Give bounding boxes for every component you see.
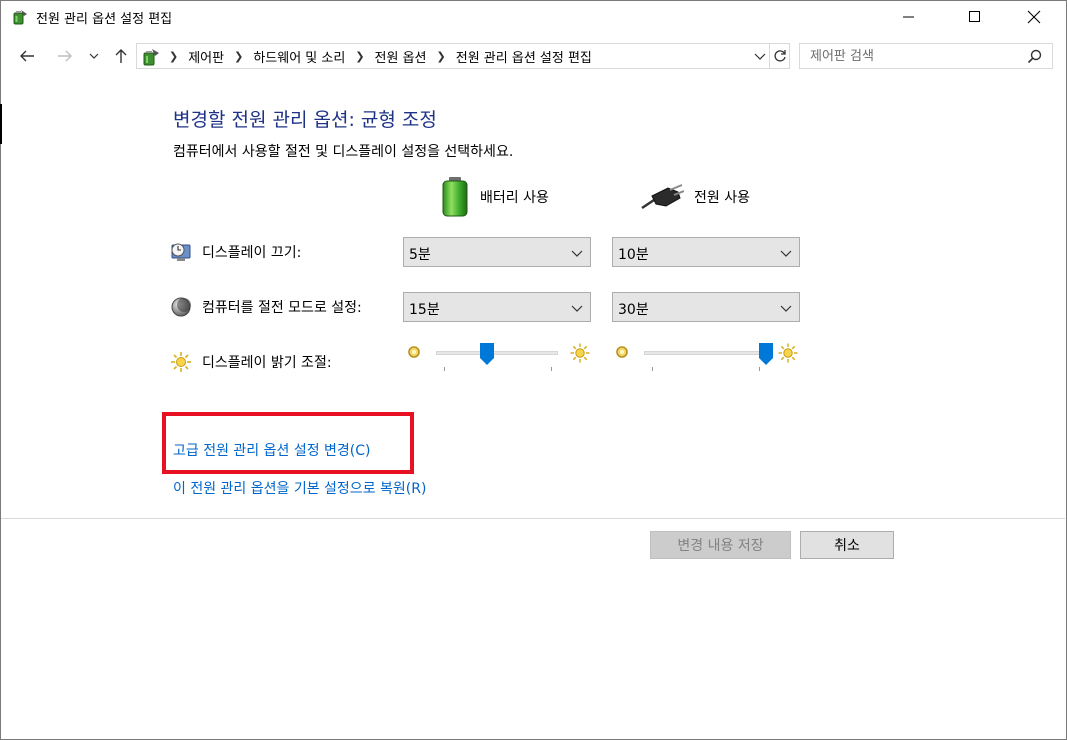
brightness-plugged-track[interactable] bbox=[644, 351, 766, 355]
plugged-in-column-header: 전원 사용 bbox=[640, 176, 750, 218]
chevron-down-icon bbox=[571, 305, 583, 312]
window-title: 전원 관리 옵션 설정 편집 bbox=[36, 12, 173, 27]
address-history-button[interactable] bbox=[751, 44, 769, 68]
restore-defaults-link[interactable]: 이 전원 관리 옵션을 기본 설정으로 복원(R) bbox=[173, 478, 426, 498]
title-bar: 전원 관리 옵션 설정 편집 bbox=[1, 1, 1066, 32]
breadcrumb-separator-icon[interactable]: ❯ bbox=[355, 50, 364, 63]
chevron-down-icon bbox=[780, 250, 792, 257]
power-plug-icon bbox=[641, 184, 684, 210]
sleep-row-label: 컴퓨터를 절전 모드로 설정: bbox=[170, 295, 362, 319]
chevron-down-icon bbox=[780, 305, 792, 312]
breadcrumb-control-panel[interactable]: 제어판 bbox=[188, 47, 224, 66]
breadcrumb-separator-icon[interactable]: ❯ bbox=[437, 50, 446, 63]
sleep-plugged-select[interactable]: 30분 bbox=[612, 292, 800, 322]
battery-column-header: 배터리 사용 bbox=[440, 176, 549, 218]
dim-brightness-icon bbox=[616, 346, 628, 358]
control-panel-icon bbox=[143, 49, 159, 66]
breadcrumb-power-options[interactable]: 전원 옵션 bbox=[375, 47, 427, 66]
brightness-sun-icon bbox=[170, 351, 192, 373]
search-icon[interactable] bbox=[1026, 48, 1044, 66]
chevron-down-icon bbox=[754, 53, 766, 60]
search-box[interactable] bbox=[799, 43, 1053, 69]
search-input[interactable] bbox=[800, 44, 1020, 68]
chevron-down-icon bbox=[571, 250, 583, 257]
cancel-button[interactable]: 취소 bbox=[800, 531, 894, 559]
maximize-button[interactable] bbox=[952, 2, 998, 32]
forward-button[interactable] bbox=[53, 44, 77, 68]
minimize-icon bbox=[903, 16, 914, 18]
moon-icon bbox=[170, 296, 192, 318]
brightness-battery-thumb[interactable] bbox=[480, 343, 495, 365]
slider-tick bbox=[652, 367, 653, 371]
close-button[interactable] bbox=[1011, 2, 1057, 32]
close-icon bbox=[1027, 10, 1041, 24]
breadcrumb-edit-plan[interactable]: 전원 관리 옵션 설정 편집 bbox=[456, 47, 592, 66]
slider-tick bbox=[551, 367, 552, 371]
monitor-clock-icon bbox=[170, 241, 192, 263]
arrow-left-icon bbox=[20, 50, 34, 62]
breadcrumb: ❯ 제어판 ❯ 하드웨어 및 소리 ❯ 전원 옵션 ❯ 전원 관리 옵션 설정 … bbox=[165, 44, 592, 68]
bright-brightness-icon bbox=[570, 343, 590, 363]
battery-column-label: 배터리 사용 bbox=[480, 190, 549, 206]
up-button[interactable] bbox=[109, 44, 133, 68]
minimize-button[interactable] bbox=[886, 2, 932, 32]
recent-locations-button[interactable] bbox=[85, 44, 103, 68]
breadcrumb-separator-icon[interactable]: ❯ bbox=[234, 50, 243, 63]
display-off-row-label: 디스플레이 끄기: bbox=[170, 240, 301, 264]
maximize-icon bbox=[969, 11, 980, 22]
page-subtitle: 컴퓨터에서 사용할 절전 및 디스플레이 설정을 선택하세요. bbox=[173, 144, 514, 160]
sleep-battery-select[interactable]: 15분 bbox=[403, 292, 591, 322]
brightness-plugged-slider[interactable] bbox=[614, 342, 814, 374]
address-bar[interactable]: ❯ 제어판 ❯ 하드웨어 및 소리 ❯ 전원 옵션 ❯ 전원 관리 옵션 설정 … bbox=[136, 43, 790, 69]
refresh-icon bbox=[774, 50, 786, 62]
slider-tick bbox=[759, 367, 760, 371]
display-off-plugged-value: 10분 bbox=[618, 247, 649, 263]
footer-divider bbox=[1, 518, 1065, 519]
slider-tick bbox=[444, 367, 445, 371]
dim-brightness-icon bbox=[408, 346, 420, 358]
bright-brightness-icon bbox=[778, 343, 798, 363]
window-edge-mark bbox=[0, 104, 2, 144]
navigation-bar: ❯ 제어판 ❯ 하드웨어 및 소리 ❯ 전원 옵션 ❯ 전원 관리 옵션 설정 … bbox=[1, 38, 1066, 74]
display-off-plugged-select[interactable]: 10분 bbox=[612, 237, 800, 267]
power-options-app-icon bbox=[13, 10, 27, 25]
brightness-label: 디스플레이 밝기 조절: bbox=[202, 355, 332, 371]
arrow-right-icon bbox=[58, 50, 72, 62]
refresh-button[interactable] bbox=[769, 44, 790, 68]
save-changes-button[interactable]: 변경 내용 저장 bbox=[650, 531, 791, 559]
brightness-plugged-thumb[interactable] bbox=[759, 343, 773, 365]
arrow-up-icon bbox=[115, 49, 127, 63]
chevron-down-icon bbox=[89, 53, 99, 59]
plugged-in-column-label: 전원 사용 bbox=[694, 190, 750, 206]
back-button[interactable] bbox=[15, 44, 39, 68]
battery-icon bbox=[442, 177, 468, 217]
sleep-label: 컴퓨터를 절전 모드로 설정: bbox=[202, 300, 362, 316]
brightness-row-label: 디스플레이 밝기 조절: bbox=[170, 350, 332, 374]
display-off-battery-select[interactable]: 5분 bbox=[403, 237, 591, 267]
page-title: 변경할 전원 관리 옵션: 균형 조정 bbox=[173, 109, 437, 131]
display-off-label: 디스플레이 끄기: bbox=[202, 245, 302, 261]
breadcrumb-separator-icon[interactable]: ❯ bbox=[169, 50, 178, 63]
brightness-battery-slider[interactable] bbox=[406, 342, 606, 374]
sleep-plugged-value: 30분 bbox=[618, 302, 649, 318]
sleep-battery-value: 15분 bbox=[409, 302, 440, 318]
brightness-battery-track[interactable] bbox=[436, 351, 558, 355]
display-off-battery-value: 5분 bbox=[409, 247, 431, 263]
breadcrumb-hardware-sound[interactable]: 하드웨어 및 소리 bbox=[253, 47, 345, 66]
advanced-settings-link[interactable]: 고급 전원 관리 옵션 설정 변경(C) bbox=[173, 440, 371, 460]
